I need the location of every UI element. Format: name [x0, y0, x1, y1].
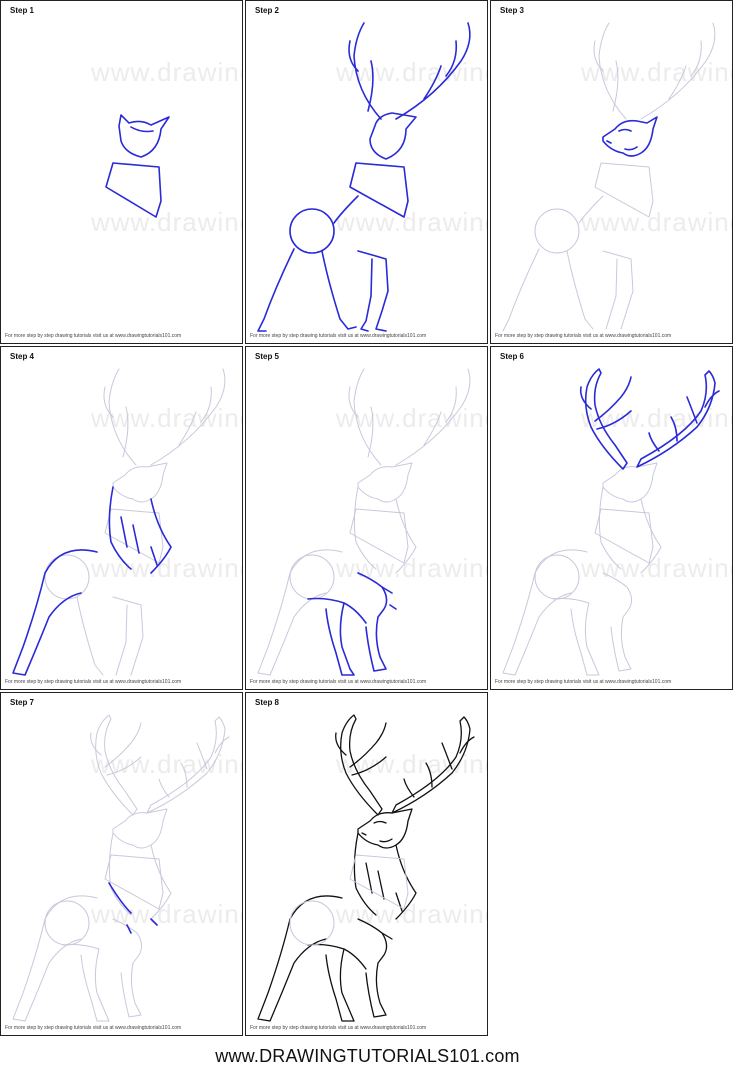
step-label: Step 5 [255, 352, 280, 361]
watermark: www.drawingtutorials101.com [90, 553, 243, 583]
step-5-illustration: www.drawingtutorials101.com www.drawingt… [257, 368, 488, 676]
step-panel-5: www.drawingtutorials101.com www.drawingt… [245, 346, 488, 690]
step-panel-4: www.drawingtutorials101.com www.drawingt… [0, 346, 243, 690]
step-8-illustration: www.drawingtutorials101.com www.drawingt… [257, 714, 488, 1022]
site-url: www.DRAWINGTUTORIALS101.com [215, 1046, 520, 1066]
panel-footer: For more step by step drawing tutorials … [495, 679, 672, 685]
watermark: www.drawingtutorials101.com [335, 403, 488, 433]
step-panel-3: www.drawingtutorials101.com www.drawingt… [490, 0, 733, 344]
watermark: www.drawingtutorials101.com [335, 899, 488, 929]
step-1-illustration: www.drawingtutorials101.com www.drawingt… [90, 57, 243, 237]
watermark: www.drawingtutorials101.com [90, 899, 243, 929]
panel-footer: For more step by step drawing tutorials … [5, 679, 182, 685]
step-label: Step 1 [10, 6, 35, 15]
watermark: www.drawingtutorials101.com [580, 207, 733, 237]
watermark: www.drawingtutorials101.com [90, 403, 243, 433]
watermark: www.drawingtutorials101.com [580, 553, 733, 583]
watermark: www.drawingtutorials101.com [90, 57, 243, 87]
step-2-illustration: www.drawingtutorials101.com www.drawingt… [257, 22, 488, 332]
step-panel-7: www.drawingtutorials101.com www.drawingt… [0, 692, 243, 1036]
steps-grid: www.drawingtutorials101.com www.drawingt… [0, 0, 735, 1040]
step-label: Step 8 [255, 698, 280, 707]
watermark: www.drawingtutorials101.com [335, 207, 488, 237]
watermark: www.drawingtutorials101.com [90, 207, 243, 237]
watermark: www.drawingtutorials101.com [335, 553, 488, 583]
step-label: Step 3 [500, 6, 525, 15]
step-3-illustration: www.drawingtutorials101.com www.drawingt… [502, 22, 733, 332]
step-4-illustration: www.drawingtutorials101.com www.drawingt… [12, 368, 243, 676]
step-panel-2: www.drawingtutorials101.com www.drawingt… [245, 0, 488, 344]
watermark: www.drawingtutorials101.com [90, 749, 243, 779]
step-panel-6: www.drawingtutorials101.com www.drawingt… [490, 346, 733, 690]
step-label: Step 6 [500, 352, 525, 361]
panel-footer: For more step by step drawing tutorials … [250, 1025, 427, 1031]
panel-footer: For more step by step drawing tutorials … [250, 679, 427, 685]
watermark: www.drawingtutorials101.com [335, 57, 488, 87]
step-label: Step 7 [10, 698, 35, 707]
step-label: Step 2 [255, 6, 280, 15]
watermark: www.drawingtutorials101.com [580, 57, 733, 87]
step-label: Step 4 [10, 352, 35, 361]
panel-footer: For more step by step drawing tutorials … [495, 333, 672, 339]
step-7-illustration: www.drawingtutorials101.com www.drawingt… [12, 714, 243, 1022]
panel-footer: For more step by step drawing tutorials … [5, 1025, 182, 1031]
watermark: www.drawingtutorials101.com [335, 749, 488, 779]
panel-footer: For more step by step drawing tutorials … [5, 333, 182, 339]
step-panel-8: www.drawingtutorials101.com www.drawingt… [245, 692, 488, 1036]
step-panel-1: www.drawingtutorials101.com www.drawingt… [0, 0, 243, 344]
step-6-illustration: www.drawingtutorials101.com www.drawingt… [502, 368, 733, 676]
panel-footer: For more step by step drawing tutorials … [250, 333, 427, 339]
